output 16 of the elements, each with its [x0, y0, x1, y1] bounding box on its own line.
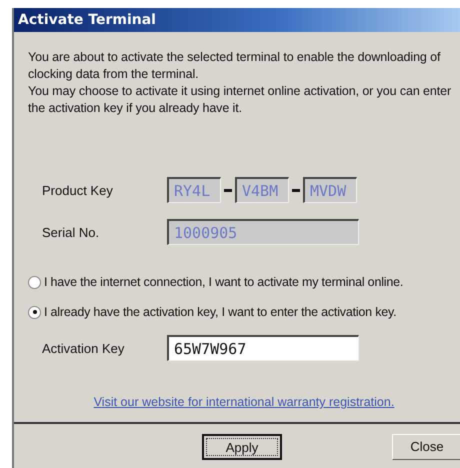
radio-icon[interactable]: [28, 306, 41, 318]
activation-key-field[interactable]: 65W7W967: [167, 335, 359, 361]
dash-icon: [292, 188, 300, 192]
radio-option[interactable]: I have the internet connection, I want to activate my terminal online.: [28, 267, 460, 297]
window-title: Activate Terminal: [18, 12, 156, 28]
field-label: Activation Key: [41, 340, 126, 356]
dialog-button[interactable]: Close: [392, 434, 460, 460]
dialog-button[interactable]: Apply: [202, 434, 282, 460]
intro-text: You may choose to activate it using internet online activation, or you can enter the activation key if you already have it.: [28, 83, 452, 117]
website-link[interactable]: Visit our website for international warranty registration.: [94, 395, 394, 409]
dash-icon: [224, 188, 232, 192]
radio-option[interactable]: I already have the activation key, I want to enter the activation key.: [28, 297, 460, 327]
field-label: Serial No.: [41, 224, 100, 240]
field-label: Product Key: [41, 182, 114, 198]
intro-text: You are about to activate the selected terminal to enable the downloading of clocking data from the terminal.: [28, 49, 442, 83]
radio-icon[interactable]: [28, 276, 41, 288]
